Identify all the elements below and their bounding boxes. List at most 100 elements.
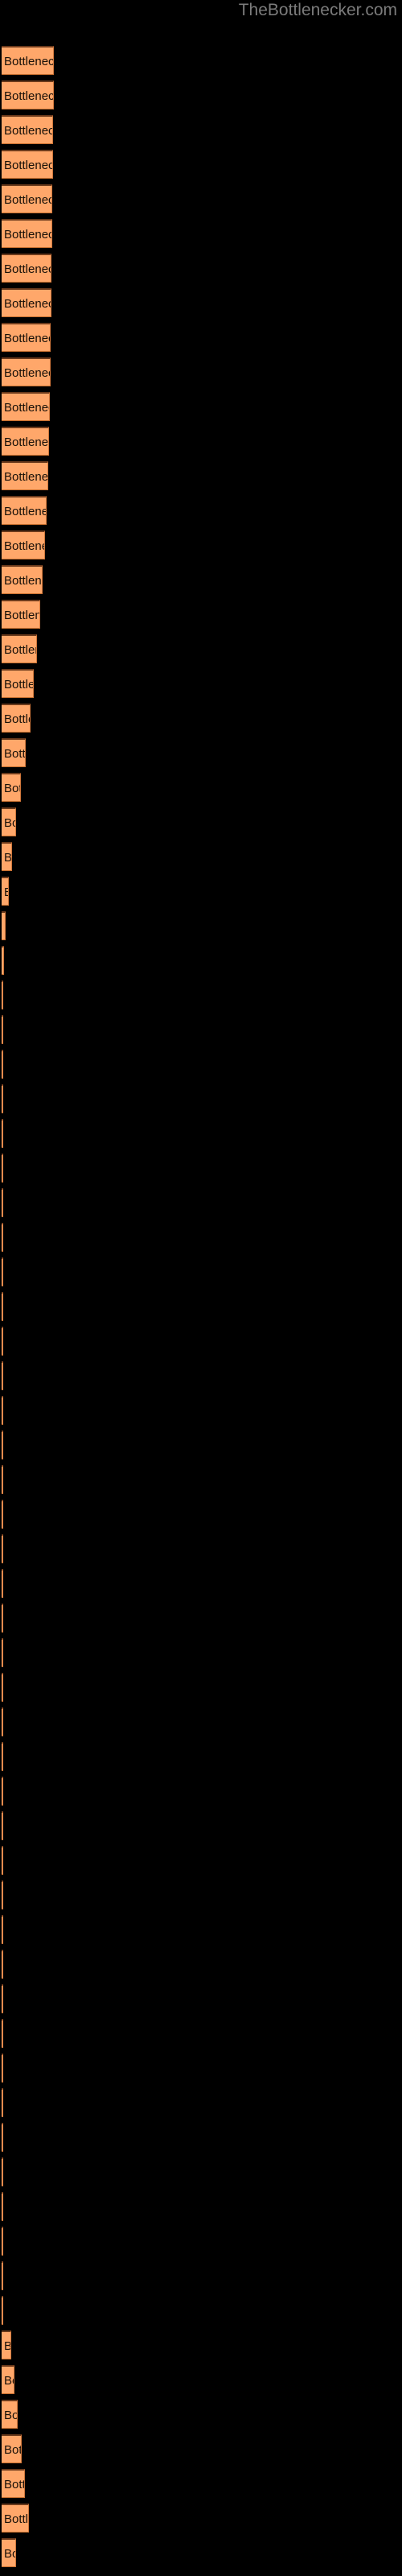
bar-59[interactable]: Bottleneck result bbox=[2, 2054, 3, 2083]
bar-row: Bottleneck result bbox=[0, 1327, 402, 1356]
bar-8[interactable]: Bottleneck result bbox=[2, 288, 51, 317]
bar-7[interactable]: Bottleneck result bbox=[2, 254, 51, 283]
bar-25[interactable]: Bottleneck result bbox=[2, 877, 9, 906]
bar-70[interactable]: Bottleneck result bbox=[2, 2434, 22, 2463]
bar-label: Bottleneck result bbox=[4, 2409, 18, 2422]
bar-69[interactable]: Bottleneck result bbox=[2, 2400, 18, 2429]
bar-12[interactable]: Bottleneck result bbox=[2, 427, 49, 456]
bar-11[interactable]: Bottleneck result bbox=[2, 392, 50, 421]
bar-30[interactable]: Bottleneck result bbox=[2, 1050, 3, 1079]
bar-63[interactable]: Bottleneck result bbox=[2, 2192, 3, 2221]
bar-61[interactable]: Bottleneck result bbox=[2, 2123, 3, 2152]
bar-label: Bottleneck result bbox=[4, 539, 44, 553]
bar-65[interactable]: Bottleneck result bbox=[2, 2261, 3, 2290]
bar-50[interactable]: Bottleneck result bbox=[2, 1742, 3, 1771]
bar-56[interactable]: Bottleneck result bbox=[2, 1950, 3, 1979]
bar-6[interactable]: Bottleneck result bbox=[2, 219, 52, 248]
bar-45[interactable]: Bottleneck result bbox=[2, 1569, 3, 1598]
bar-57[interactable]: Bottleneck result bbox=[2, 1984, 3, 2013]
bar-row: Bottleneck result bbox=[0, 2296, 402, 2325]
bar-label: Bottleneck result bbox=[4, 2478, 24, 2491]
bar-10[interactable]: Bottleneck result bbox=[2, 357, 51, 386]
bar-row: Bottleneck result bbox=[0, 980, 402, 1009]
bar-row: Bottleneck result bbox=[0, 807, 402, 836]
bar-1[interactable]: Bottleneck result bbox=[2, 46, 54, 75]
bar-60[interactable]: Bottleneck result bbox=[2, 2088, 3, 2117]
bar-row: Bottleneck result bbox=[0, 254, 402, 283]
bar-row: Bottleneck result bbox=[0, 1361, 402, 1390]
bar-66[interactable]: Bottleneck result bbox=[2, 2296, 3, 2325]
bar-42[interactable]: Bottleneck result bbox=[2, 1465, 3, 1494]
bar-22[interactable]: Bottleneck result bbox=[2, 773, 21, 802]
bar-label: Bottleneck result bbox=[4, 609, 39, 622]
bar-55[interactable]: Bottleneck result bbox=[2, 1915, 3, 1944]
bar-36[interactable]: Bottleneck result bbox=[2, 1257, 3, 1286]
bar-label: Bottleneck result bbox=[4, 851, 12, 865]
bar-21[interactable]: Bottleneck result bbox=[2, 738, 26, 767]
bar-row: Bottleneck result bbox=[0, 911, 402, 940]
bar-17[interactable]: Bottleneck result bbox=[2, 600, 40, 629]
bar-35[interactable]: Bottleneck result bbox=[2, 1223, 3, 1252]
bar-13[interactable]: Bottleneck result bbox=[2, 461, 48, 490]
bar-label: Bottleneck result bbox=[4, 2332, 10, 2359]
bar-43[interactable]: Bottleneck result bbox=[2, 1500, 3, 1529]
bar-31[interactable]: Bottleneck result bbox=[2, 1084, 3, 1113]
bar-34[interactable]: Bottleneck result bbox=[2, 1188, 3, 1217]
bar-row: Bottleneck result bbox=[0, 288, 402, 317]
bar-label: Bottleneck result bbox=[4, 913, 5, 939]
bar-row: Bottleneck result bbox=[0, 634, 402, 663]
bar-label: Bottleneck result bbox=[4, 89, 54, 103]
bar-52[interactable]: Bottleneck result bbox=[2, 1811, 3, 1840]
bar-49[interactable]: Bottleneck result bbox=[2, 1707, 3, 1736]
bar-3[interactable]: Bottleneck result bbox=[2, 115, 53, 144]
bar-47[interactable]: Bottleneck result bbox=[2, 1638, 3, 1667]
bar-72[interactable]: Bottleneck result bbox=[2, 2504, 29, 2533]
bar-row: Bottleneck result bbox=[0, 2157, 402, 2186]
bar-20[interactable]: Bottleneck result bbox=[2, 704, 31, 733]
bar-23[interactable]: Bottleneck result bbox=[2, 807, 16, 836]
bar-46[interactable]: Bottleneck result bbox=[2, 1604, 3, 1633]
bar-58[interactable]: Bottleneck result bbox=[2, 2019, 3, 2048]
bar-row: Bottleneck result bbox=[0, 2434, 402, 2463]
bar-row: Bottleneck result bbox=[0, 323, 402, 352]
bar-2[interactable]: Bottleneck result bbox=[2, 80, 54, 109]
bar-15[interactable]: Bottleneck result bbox=[2, 530, 45, 559]
bar-label: Bottleneck result bbox=[4, 2374, 14, 2388]
bar-24[interactable]: Bottleneck result bbox=[2, 842, 12, 871]
bar-33[interactable]: Bottleneck result bbox=[2, 1154, 3, 1183]
bar-71[interactable]: Bottleneck result bbox=[2, 2469, 25, 2498]
bar-16[interactable]: Bottleneck result bbox=[2, 565, 43, 594]
bar-32[interactable]: Bottleneck result bbox=[2, 1119, 3, 1148]
bar-19[interactable]: Bottleneck result bbox=[2, 669, 34, 698]
bar-row: Bottleneck result bbox=[0, 461, 402, 490]
bar-26[interactable]: Bottleneck result bbox=[2, 911, 6, 940]
bar-53[interactable]: Bottleneck result bbox=[2, 1846, 3, 1875]
bar-29[interactable]: Bottleneck result bbox=[2, 1015, 3, 1044]
bar-5[interactable]: Bottleneck result bbox=[2, 184, 52, 213]
bar-37[interactable]: Bottleneck result bbox=[2, 1292, 3, 1321]
bar-27[interactable]: Bottleneck result bbox=[2, 946, 4, 975]
bar-64[interactable]: Bottleneck result bbox=[2, 2227, 3, 2256]
bar-68[interactable]: Bottleneck result bbox=[2, 2365, 14, 2394]
bar-28[interactable]: Bottleneck result bbox=[2, 980, 3, 1009]
bar-4[interactable]: Bottleneck result bbox=[2, 150, 53, 179]
bar-row: Bottleneck result bbox=[0, 496, 402, 525]
bar-38[interactable]: Bottleneck result bbox=[2, 1327, 3, 1356]
bar-48[interactable]: Bottleneck result bbox=[2, 1673, 3, 1702]
bar-row: Bottleneck result bbox=[0, 1223, 402, 1252]
bar-62[interactable]: Bottleneck result bbox=[2, 2157, 3, 2186]
bar-label: Bottleneck result bbox=[4, 124, 52, 138]
bar-67[interactable]: Bottleneck result bbox=[2, 2330, 11, 2359]
bar-41[interactable]: Bottleneck result bbox=[2, 1430, 3, 1459]
bar-54[interactable]: Bottleneck result bbox=[2, 1880, 3, 1909]
bar-14[interactable]: Bottleneck result bbox=[2, 496, 47, 525]
bar-51[interactable]: Bottleneck result bbox=[2, 1777, 3, 1806]
bar-row: Bottleneck result bbox=[0, 2192, 402, 2221]
bar-18[interactable]: Bottleneck result bbox=[2, 634, 37, 663]
bar-44[interactable]: Bottleneck result bbox=[2, 1534, 3, 1563]
bar-9[interactable]: Bottleneck result bbox=[2, 323, 51, 352]
bar-row: Bottleneck result bbox=[0, 1777, 402, 1806]
bar-40[interactable]: Bottleneck result bbox=[2, 1396, 3, 1425]
bar-39[interactable]: Bottleneck result bbox=[2, 1361, 3, 1390]
bar-73[interactable]: Bottleneck result bbox=[2, 2538, 16, 2567]
